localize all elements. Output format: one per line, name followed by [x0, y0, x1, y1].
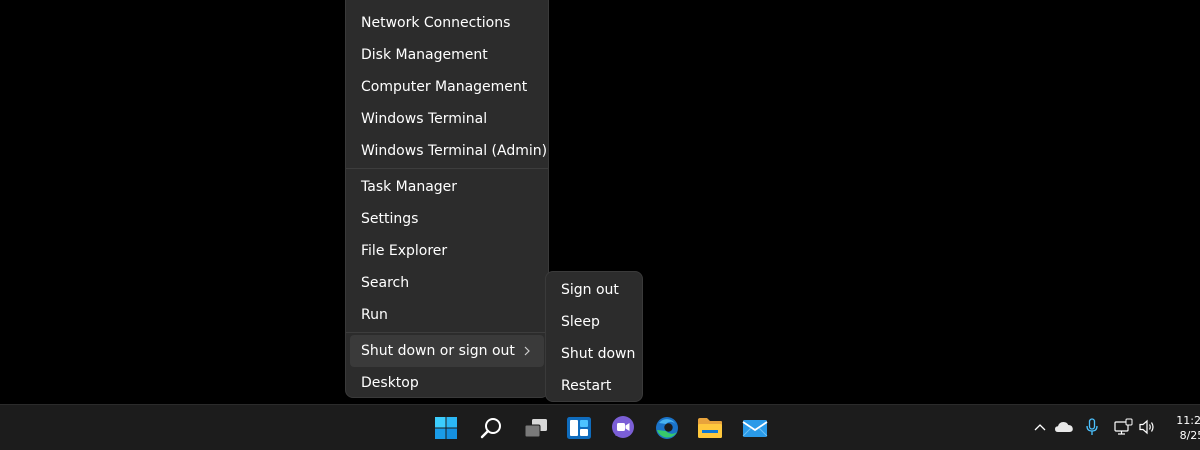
menu-item-search[interactable]: Search [350, 267, 544, 299]
microphone-icon[interactable] [1082, 417, 1102, 437]
task-view-icon[interactable] [520, 412, 552, 444]
menu-item-label: Task Manager [361, 179, 458, 195]
menu-item-label: Search [361, 275, 410, 291]
shutdown-submenu: Sign out Sleep Shut down Restart [545, 271, 643, 402]
clock[interactable]: 11:25 8/25/ [1168, 413, 1200, 443]
submenu-item-label: Sleep [561, 314, 600, 330]
submenu-item-restart[interactable]: Restart [548, 370, 640, 402]
taskbar: 11:25 8/25/ [0, 404, 1200, 450]
menu-item-windows-terminal[interactable]: Windows Terminal [350, 103, 544, 135]
chevron-right-icon [522, 335, 532, 367]
menu-item-label: Windows Terminal [361, 111, 488, 127]
menu-separator [346, 168, 548, 169]
clock-date: 8/25/ [1179, 429, 1200, 442]
menu-item-settings[interactable]: Settings [350, 203, 544, 235]
volume-icon[interactable] [1137, 417, 1157, 437]
menu-item-task-manager[interactable]: Task Manager [350, 171, 544, 203]
menu-item-run[interactable]: Run [350, 299, 544, 331]
submenu-item-label: Restart [561, 378, 612, 394]
menu-item-label: Disk Management [361, 47, 488, 63]
clock-time: 11:25 [1176, 414, 1200, 427]
menu-item-windows-terminal-admin[interactable]: Windows Terminal (Admin) [350, 135, 548, 167]
submenu-item-label: Sign out [561, 282, 619, 298]
winx-menu: Network Connections Disk Management Comp… [345, 0, 549, 398]
desktop: Network Connections Disk Management Comp… [0, 0, 1200, 450]
chevron-up-icon[interactable] [1030, 417, 1050, 437]
edge-icon[interactable] [651, 412, 683, 444]
submenu-item-label: Shut down [561, 346, 636, 362]
widgets-icon[interactable] [563, 412, 595, 444]
menu-item-label: Network Connections [361, 15, 511, 31]
mail-icon[interactable] [739, 412, 771, 444]
menu-item-desktop[interactable]: Desktop [350, 367, 544, 399]
submenu-item-sign-out[interactable]: Sign out [548, 274, 640, 306]
search-icon[interactable] [475, 412, 507, 444]
network-icon[interactable] [1113, 417, 1133, 437]
menu-item-label: Shut down or sign out [361, 343, 515, 359]
start-icon[interactable] [430, 412, 462, 444]
menu-item-disk-management[interactable]: Disk Management [350, 39, 544, 71]
menu-item-network-connections[interactable]: Network Connections [350, 7, 544, 39]
submenu-item-sleep[interactable]: Sleep [548, 306, 640, 338]
onedrive-icon[interactable] [1054, 417, 1074, 437]
menu-item-file-explorer[interactable]: File Explorer [350, 235, 544, 267]
menu-item-label: Settings [361, 211, 419, 227]
menu-separator [346, 332, 548, 333]
menu-item-label: Computer Management [361, 79, 528, 95]
submenu-item-shut-down[interactable]: Shut down [548, 338, 640, 370]
menu-item-computer-management[interactable]: Computer Management [350, 71, 544, 103]
menu-item-label: Desktop [361, 375, 419, 391]
menu-item-label: Run [361, 307, 388, 323]
menu-item-label: File Explorer [361, 243, 448, 259]
menu-item-label: Windows Terminal (Admin) [361, 143, 548, 159]
chat-icon[interactable] [607, 412, 639, 444]
file-explorer-icon[interactable] [694, 412, 726, 444]
menu-item-shut-down-or-sign-out[interactable]: Shut down or sign out [350, 335, 544, 367]
